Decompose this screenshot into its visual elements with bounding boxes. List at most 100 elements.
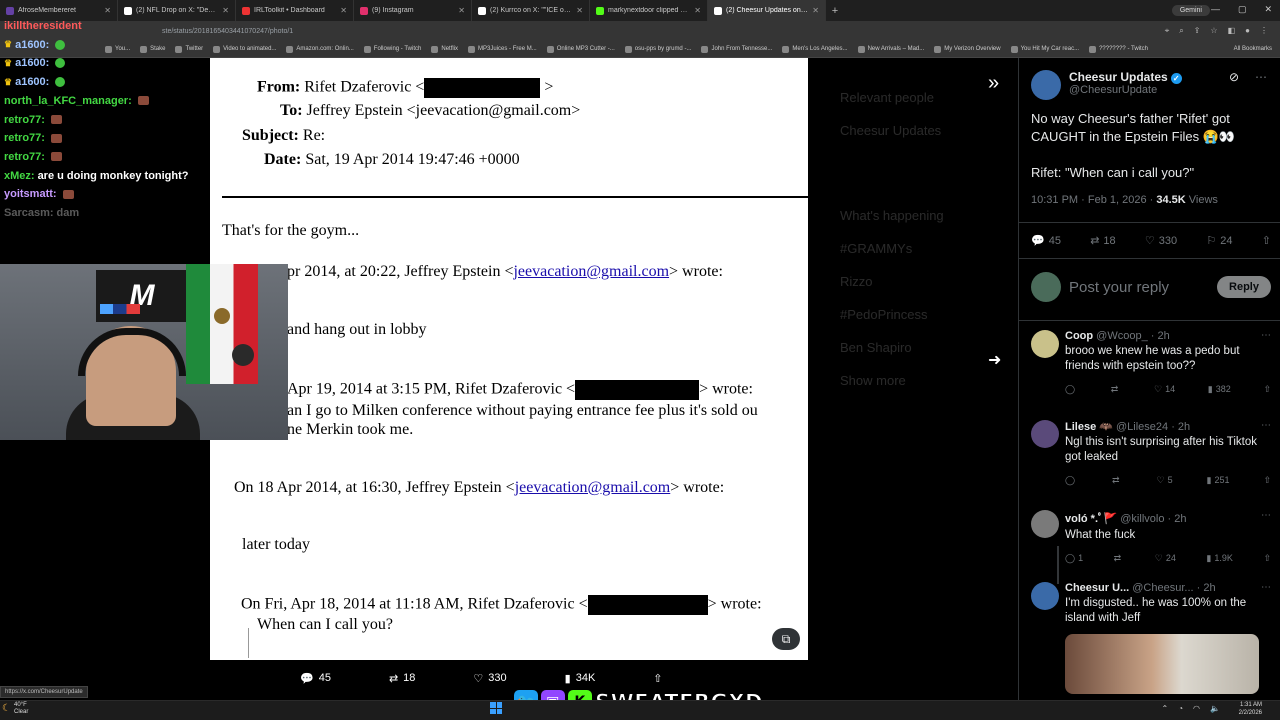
search-icon[interactable]: ⌕: [1179, 26, 1183, 36]
browser-tab[interactable]: IRLToolkit • Dashboard ✕: [236, 0, 354, 21]
reply-action[interactable]: ◯: [1065, 384, 1078, 395]
bookmark-item[interactable]: New Arrivals – Mad...: [857, 45, 924, 53]
share-action[interactable]: ⇧: [1263, 553, 1271, 564]
gemini-button[interactable]: Gemini: [1171, 5, 1210, 16]
bookmark-item[interactable]: MP3Juices - Free M...: [468, 45, 537, 53]
reply-image[interactable]: [1065, 634, 1259, 694]
bookmark-item[interactable]: John From Tennesse...: [701, 45, 772, 53]
close-tab-icon[interactable]: ✕: [694, 6, 701, 15]
reply-author-name[interactable]: voló *.ﾟ🚩: [1065, 513, 1117, 525]
close-tab-icon[interactable]: ✕: [340, 6, 347, 15]
browser-tab[interactable]: (9) Instagram ✕: [354, 0, 472, 21]
avatar[interactable]: [1031, 582, 1059, 610]
reply-author-name[interactable]: Lilese 🦇: [1065, 421, 1113, 433]
next-arrow-icon[interactable]: ➜: [988, 350, 1001, 370]
avatar[interactable]: [1031, 330, 1059, 358]
bookmark-item[interactable]: Netflix: [431, 45, 458, 53]
avatar[interactable]: [1031, 70, 1061, 100]
reply-action[interactable]: ◯: [1065, 475, 1078, 486]
alt-text-icon[interactable]: ⧉: [772, 628, 800, 650]
profile-icon[interactable]: ●: [1245, 26, 1250, 36]
close-tab-icon[interactable]: ✕: [222, 6, 229, 15]
chevron-up-icon[interactable]: ⌃: [1162, 704, 1169, 713]
new-tab-icon[interactable]: +: [826, 5, 844, 17]
avatar[interactable]: [1031, 510, 1059, 538]
bookmark-action[interactable]: ⚐ 24: [1206, 234, 1232, 248]
reply-button[interactable]: Reply: [1217, 276, 1271, 298]
taskbar-clock[interactable]: 1:31 AM 2/2/2026: [1239, 701, 1262, 717]
views-action[interactable]: ▮ 382: [1208, 384, 1231, 395]
heart-action[interactable]: ♡ 14: [1154, 384, 1175, 395]
author-name[interactable]: Cheesur Updates: [1069, 70, 1168, 84]
reply-action[interactable]: ◯ 1: [1065, 553, 1083, 564]
share-action[interactable]: ⇧: [1263, 384, 1271, 395]
reply-author-name[interactable]: Cheesur U...: [1065, 582, 1129, 594]
maximize-icon[interactable]: ▢: [1238, 4, 1247, 15]
more-icon[interactable]: ⋯: [1261, 330, 1271, 341]
network-icon[interactable]: ◔: [1178, 704, 1183, 713]
views-action[interactable]: ▮ 34K: [565, 668, 596, 688]
wifi-icon[interactable]: ◠: [1193, 704, 1200, 713]
bookmark-item[interactable]: Men's Los Angeles...: [782, 45, 848, 53]
repost-action[interactable]: ⇄: [1112, 475, 1123, 486]
bookmark-item[interactable]: You Hit My Car reac...: [1010, 45, 1079, 53]
browser-tab[interactable]: (2) Cheesur Updates on X: "No ✕: [708, 0, 826, 21]
star-icon[interactable]: ☆: [1210, 26, 1217, 36]
avatar[interactable]: [1031, 420, 1059, 448]
repost-action[interactable]: ⇄: [1111, 384, 1122, 395]
reply-author-handle[interactable]: @Lilese24 · 2h: [1116, 421, 1190, 433]
reply-author-handle[interactable]: @Cheesur... · 2h: [1132, 582, 1215, 594]
reply-tweet[interactable]: Coop @Wcoop_ · 2h brooo we knew he was a …: [1031, 330, 1271, 395]
repost-action[interactable]: ⇄: [1114, 553, 1125, 564]
more-icon[interactable]: ⋯: [1255, 70, 1267, 84]
menu-icon[interactable]: ⋮: [1260, 26, 1268, 36]
close-tab-icon[interactable]: ✕: [812, 6, 819, 15]
close-tab-icon[interactable]: ✕: [576, 6, 583, 15]
browser-tab[interactable]: markynextdoor clipped by Ashr ✕: [590, 0, 708, 21]
close-window-icon[interactable]: ✕: [1264, 4, 1272, 15]
views-action[interactable]: ▮ 251: [1207, 475, 1230, 486]
start-icon[interactable]: [490, 702, 502, 714]
reply-author-name[interactable]: Coop: [1065, 330, 1093, 342]
reply-tweet[interactable]: Cheesur U... @Cheesur... · 2h I'm disgust…: [1031, 582, 1271, 694]
share-action[interactable]: ⇧: [1262, 234, 1271, 247]
share-action[interactable]: ⇧: [1263, 475, 1271, 486]
reply-tweet[interactable]: voló *.ﾟ🚩 @killvolo · 2h What the fuck ⋯ ◯ 1…: [1031, 510, 1271, 584]
share-icon[interactable]: ⇪: [1194, 26, 1201, 36]
repost-action[interactable]: ⇄ 18: [1090, 234, 1115, 248]
views-action[interactable]: ▮ 1.9K: [1206, 553, 1232, 564]
all-bookmarks-button[interactable]: All Bookmarks: [1234, 46, 1272, 52]
reply-action[interactable]: 💬 45: [300, 668, 331, 688]
more-icon[interactable]: ⋯: [1261, 582, 1271, 593]
tweet-photo[interactable]: From: Rifet Dzaferovic < > To: Jeffrey E…: [210, 58, 808, 660]
more-icon[interactable]: ⋯: [1261, 510, 1271, 521]
share-action[interactable]: ⇧: [653, 668, 662, 688]
reply-input[interactable]: Post your reply: [1069, 279, 1209, 296]
grok-icon[interactable]: ⊘: [1229, 70, 1239, 84]
bookmark-item[interactable]: Video to animated...: [213, 45, 276, 53]
author-handle[interactable]: @CheesurUpdate: [1069, 84, 1182, 96]
bookmark-item[interactable]: ???????? - Twitch: [1089, 45, 1148, 53]
heart-action[interactable]: ♡ 24: [1155, 553, 1176, 564]
minimize-icon[interactable]: —: [1211, 4, 1220, 15]
like-action[interactable]: ♡ 330: [1145, 234, 1177, 248]
reply-author-handle[interactable]: @Wcoop_ · 2h: [1096, 330, 1170, 342]
browser-tab[interactable]: (2) Kurrco on X: ""ICE out. We'v ✕: [472, 0, 590, 21]
reply-author-handle[interactable]: @killvolo · 2h: [1120, 513, 1186, 525]
like-action[interactable]: ♡ 330: [473, 668, 506, 688]
bookmark-item[interactable]: My Verizon Overview: [934, 45, 1001, 53]
volume-icon[interactable]: 🔈: [1210, 704, 1220, 713]
email-link[interactable]: jeevacation@gmail.com: [515, 479, 671, 496]
repost-action[interactable]: ⇄ 18: [389, 668, 415, 688]
reply-tweet[interactable]: Lilese 🦇 @Lilese24 · 2h Ngl this isn't su…: [1031, 420, 1271, 486]
email-link[interactable]: jeevacation@gmail.com: [513, 263, 669, 280]
heart-action[interactable]: ♡ 5: [1157, 475, 1173, 486]
close-tab-icon[interactable]: ✕: [458, 6, 465, 15]
location-icon[interactable]: ⌖: [1165, 26, 1170, 36]
bookmark-item[interactable]: Amazon.com: Onlin...: [286, 45, 354, 53]
bookmark-item[interactable]: Online MP3 Cutter -...: [546, 45, 615, 53]
tweet-time[interactable]: 10:31 PM · Feb 1, 2026 ·: [1031, 194, 1156, 206]
more-icon[interactable]: ⋯: [1261, 420, 1271, 431]
bookmark-item[interactable]: Following - Twitch: [363, 45, 421, 53]
weather-widget[interactable]: 40°F Clear: [14, 702, 28, 716]
